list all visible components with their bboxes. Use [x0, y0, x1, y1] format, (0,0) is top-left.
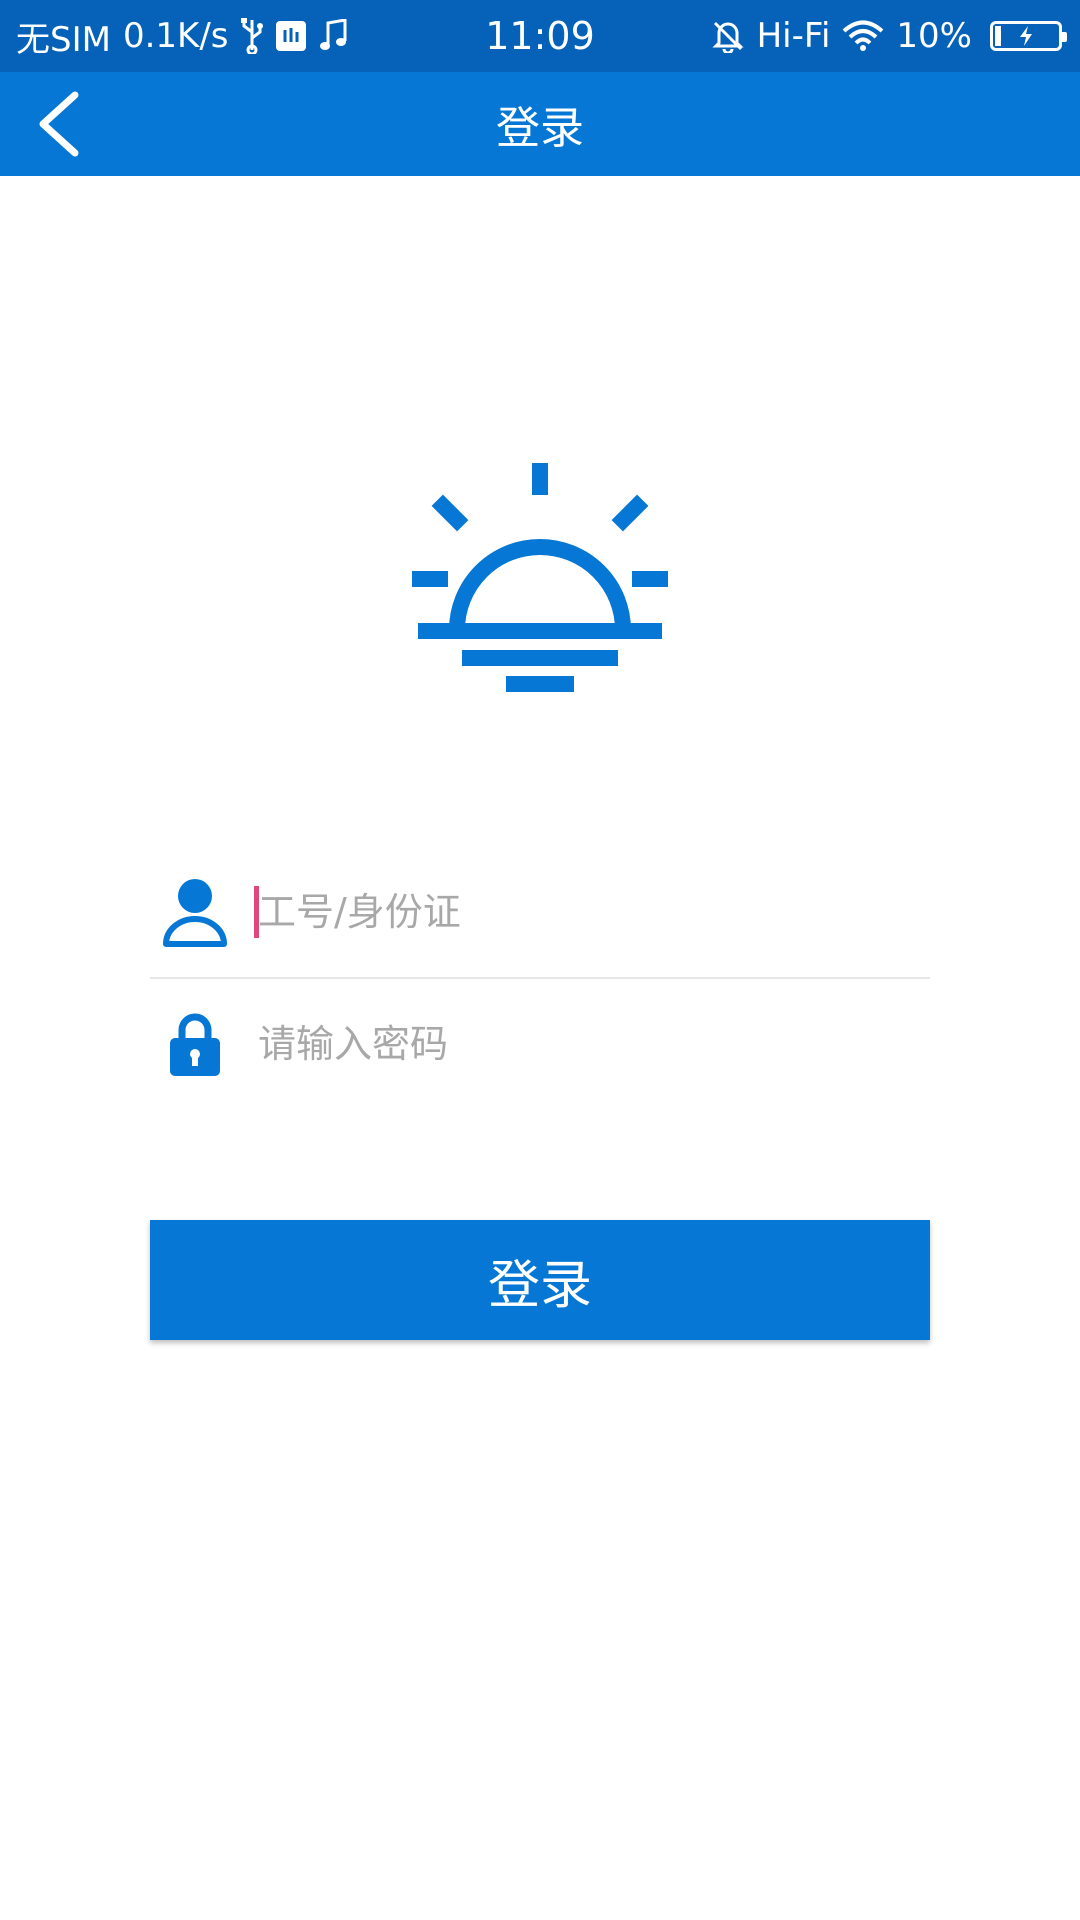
username-input[interactable] — [254, 876, 918, 948]
hifi-label: Hi-Fi — [756, 16, 831, 56]
field-divider — [150, 977, 930, 979]
password-row — [150, 990, 930, 1100]
status-bar-right: Hi-Fi 10% — [711, 0, 1067, 72]
battery-percent: 10% — [896, 16, 972, 56]
page-title: 登录 — [496, 103, 584, 154]
wifi-icon — [842, 20, 884, 52]
clock: 11:09 — [485, 14, 595, 58]
login-button[interactable]: 登录 — [150, 1220, 930, 1340]
logo — [410, 460, 670, 700]
bell-muted-icon — [711, 19, 745, 53]
battery-charging-icon — [990, 21, 1067, 51]
sunrise-icon — [412, 463, 668, 692]
username-row — [150, 858, 930, 968]
status-bar: 无SIM 0.1K/s 11:09 Hi-Fi 10% — [0, 0, 1080, 72]
lock-icon — [170, 1013, 220, 1076]
user-icon — [163, 879, 227, 947]
app-bar: 登录 — [0, 72, 1080, 176]
charging-bolt-icon — [993, 24, 1059, 48]
text-caret — [254, 886, 259, 938]
password-input[interactable] — [254, 1008, 918, 1080]
